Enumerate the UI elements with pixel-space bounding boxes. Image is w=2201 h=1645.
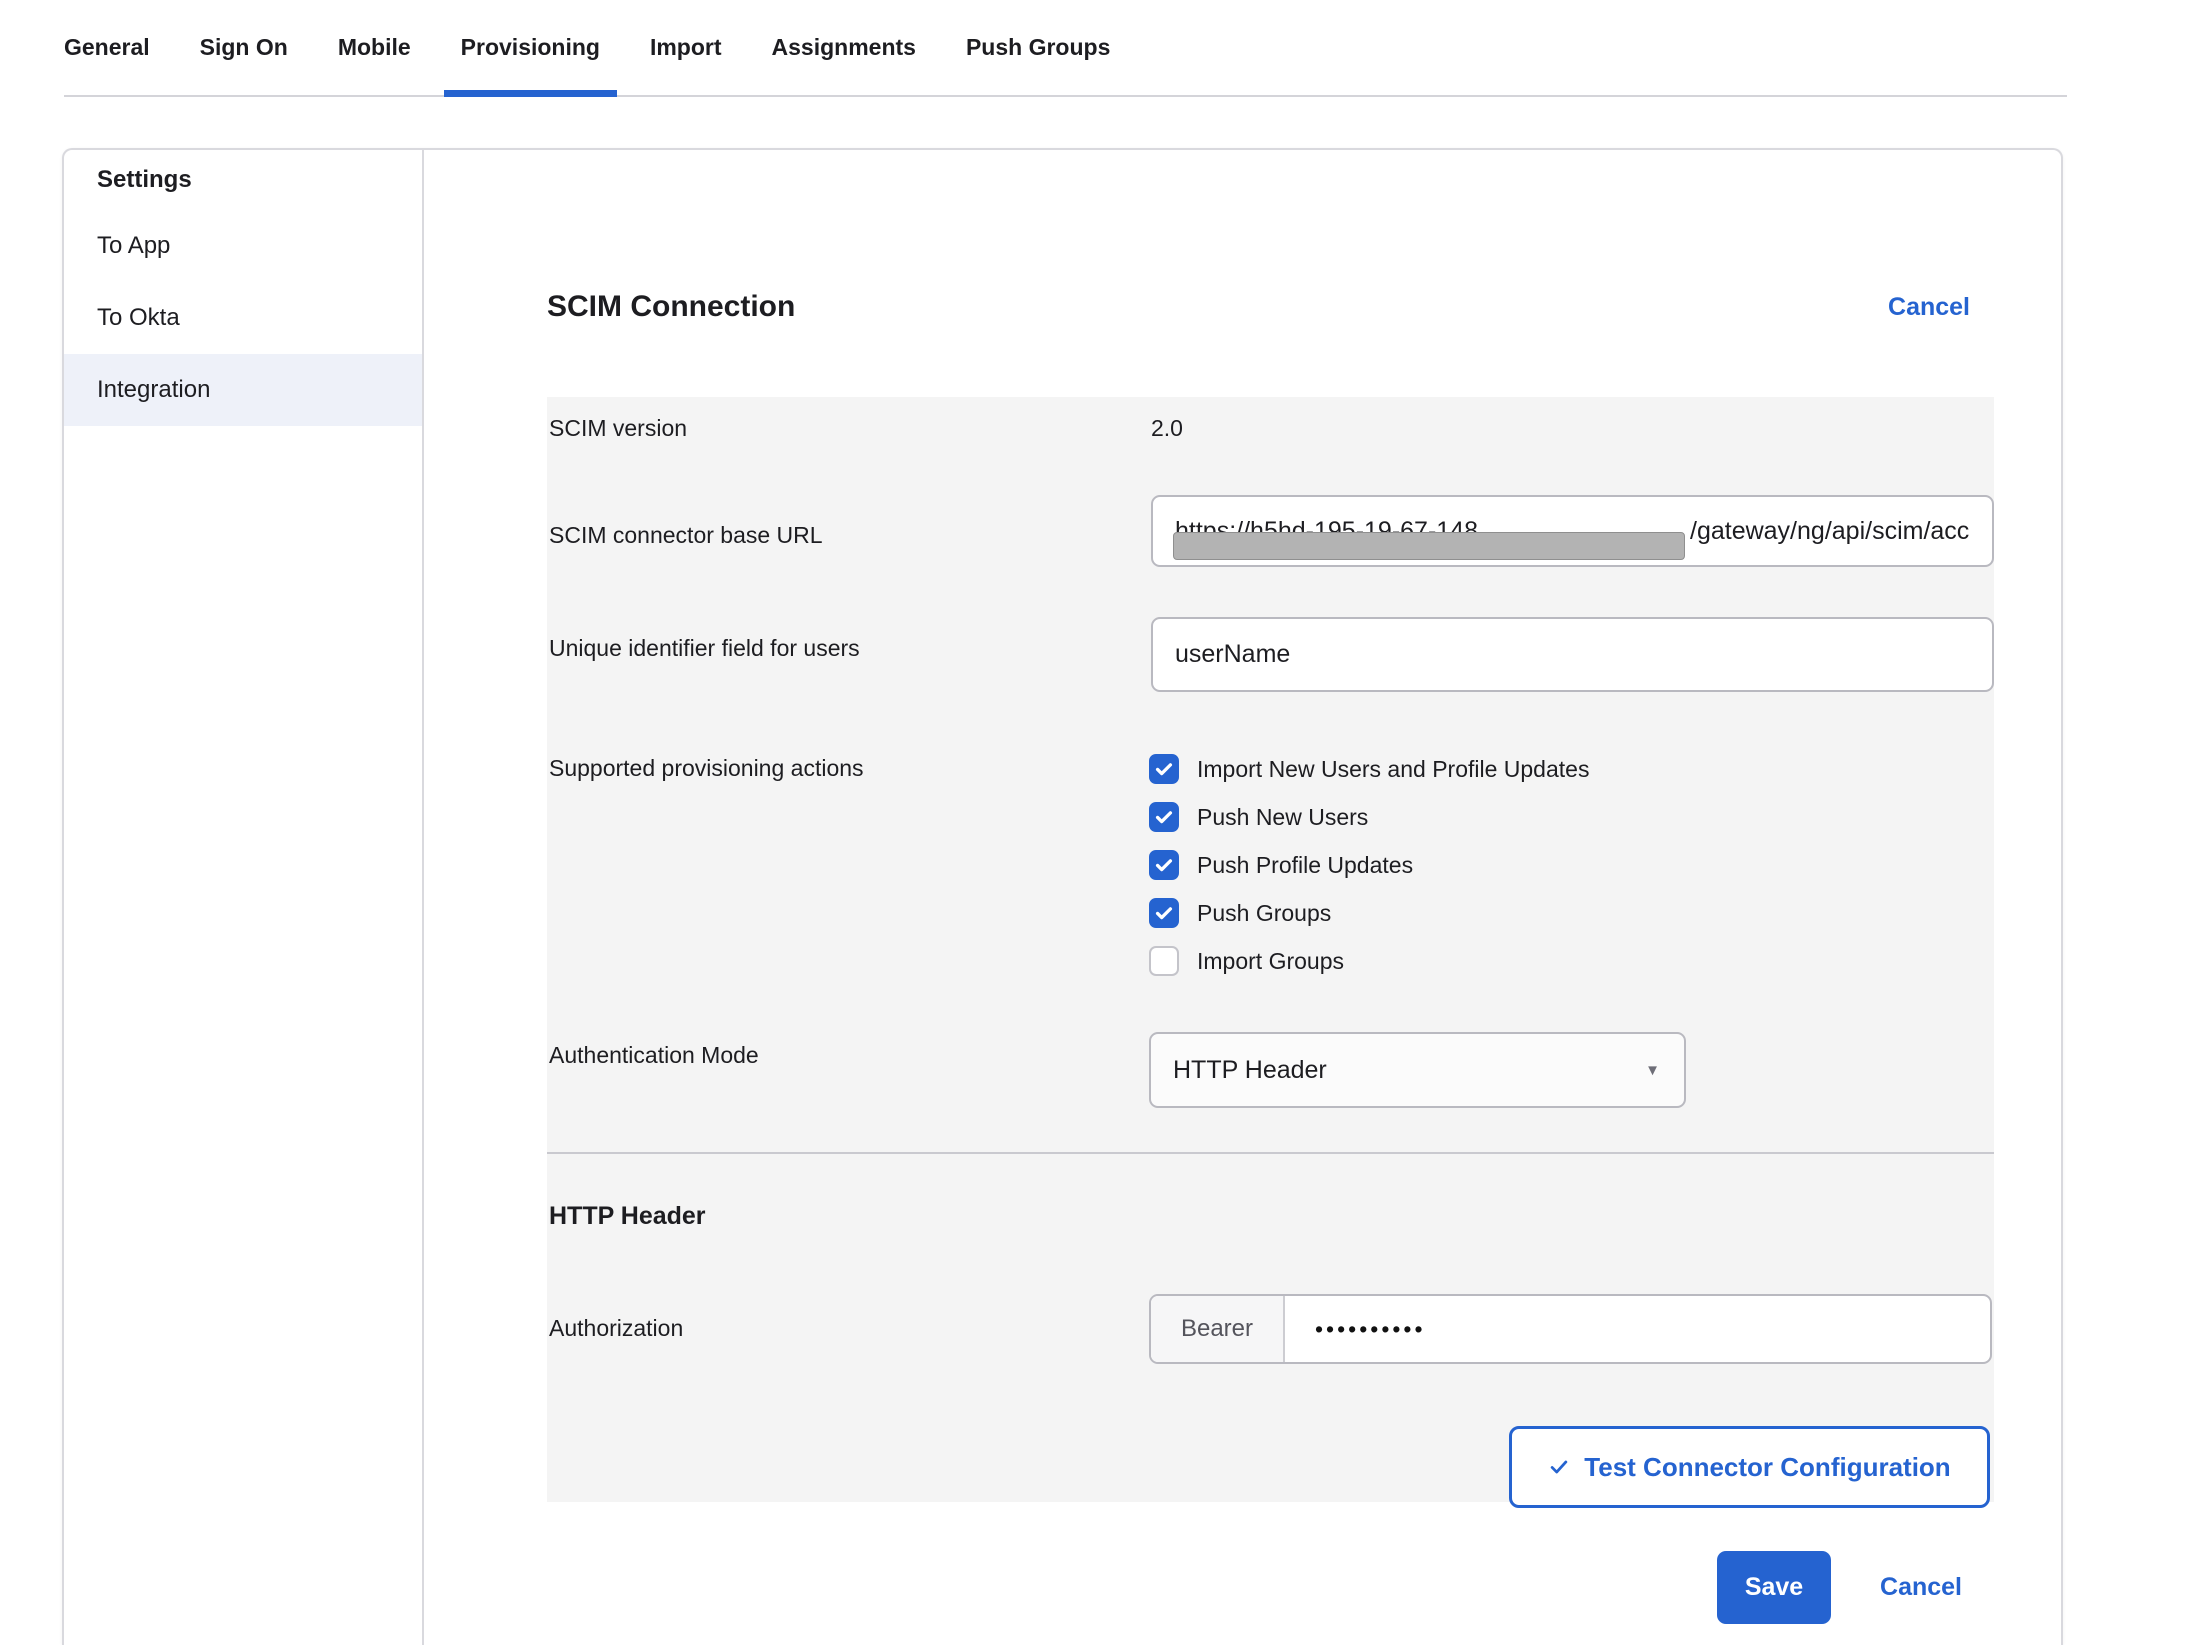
option-import-new-users[interactable]: Import New Users and Profile Updates [1149,745,1589,793]
sidebar-item-integration[interactable]: Integration [64,354,422,426]
page-header: SCIM Connection Cancel [547,290,1994,324]
checkbox-icon[interactable] [1149,754,1179,784]
option-push-groups[interactable]: Push Groups [1149,889,1589,937]
auth-mode-value: HTTP Header [1173,1056,1327,1085]
tab-push-groups[interactable]: Push Groups [966,0,1110,95]
section-divider [547,1152,1994,1154]
authorization-token-input[interactable]: •••••••••• [1285,1296,1990,1362]
cancel-link-bottom[interactable]: Cancel [1880,1573,1962,1602]
provisioning-actions-group: Import New Users and Profile Updates Pus… [1149,745,1589,985]
cancel-link-top[interactable]: Cancel [1888,293,1970,322]
tab-provisioning[interactable]: Provisioning [461,0,600,95]
base-url-input[interactable]: https://h5hd-195-19-67-148/gateway/ng/ap… [1151,495,1994,567]
authorization-label: Authorization [549,1315,683,1342]
tab-import[interactable]: Import [650,0,722,95]
authorization-input-group: Bearer •••••••••• [1149,1294,1992,1364]
sidebar-item-to-app[interactable]: To App [64,210,422,282]
tab-mobile[interactable]: Mobile [338,0,411,95]
bearer-prefix: Bearer [1151,1296,1285,1362]
main-content: SCIM Connection Cancel SCIM version 2.0 … [424,150,2061,1645]
checkbox-icon[interactable] [1149,946,1179,976]
http-header-heading: HTTP Header [549,1202,706,1231]
unique-id-value: userName [1175,640,1290,669]
tab-assignments[interactable]: Assignments [772,0,916,95]
sidebar-title: Settings [64,150,422,210]
provisioning-actions-label: Supported provisioning actions [549,755,864,782]
check-icon [1548,1456,1570,1478]
redaction-bar [1173,532,1685,560]
option-push-profile-updates[interactable]: Push Profile Updates [1149,841,1589,889]
unique-id-input[interactable]: userName [1151,617,1994,692]
auth-mode-select[interactable]: HTTP Header ▼ [1149,1032,1686,1108]
scim-version-label: SCIM version [549,415,687,442]
settings-sidebar: Settings To App To Okta Integration [64,150,424,1645]
tab-general[interactable]: General [64,0,150,95]
checkbox-icon[interactable] [1149,898,1179,928]
base-url-value: https://h5hd-195-19-67-148/gateway/ng/ap… [1175,517,1969,546]
app-tabbar: General Sign On Mobile Provisioning Impo… [64,0,2067,97]
checkbox-icon[interactable] [1149,802,1179,832]
scim-version-value: 2.0 [1151,415,1183,442]
form-actions: Save Cancel [1509,1551,1990,1624]
unique-id-label: Unique identifier field for users [549,635,860,662]
option-import-groups[interactable]: Import Groups [1149,937,1589,985]
save-button[interactable]: Save [1717,1551,1831,1624]
auth-mode-label: Authentication Mode [549,1042,759,1069]
page-title: SCIM Connection [547,290,795,324]
option-push-new-users[interactable]: Push New Users [1149,793,1589,841]
tab-sign-on[interactable]: Sign On [200,0,288,95]
checkbox-icon[interactable] [1149,850,1179,880]
scim-connection-form: SCIM version 2.0 SCIM connector base URL… [547,397,1994,1502]
base-url-label: SCIM connector base URL [549,522,823,549]
sidebar-item-to-okta[interactable]: To Okta [64,282,422,354]
base-url-visible-suffix: /gateway/ng/api/scim/acc [1690,517,1969,546]
test-connector-button[interactable]: Test Connector Configuration [1509,1426,1990,1508]
chevron-down-icon: ▼ [1645,1062,1660,1079]
provisioning-card: Settings To App To Okta Integration SCIM… [62,148,2063,1645]
